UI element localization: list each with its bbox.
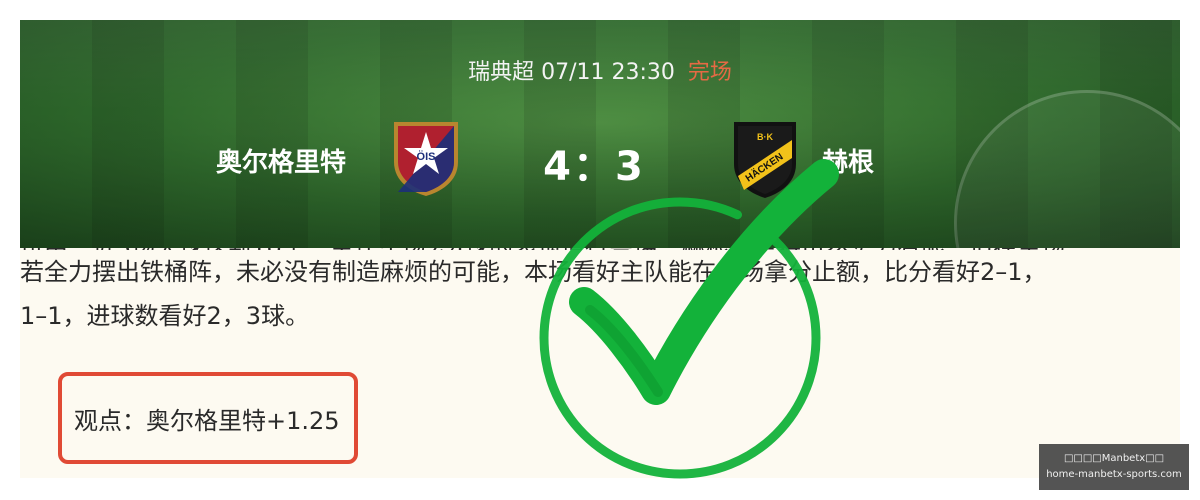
soccer-ball-icon (954, 90, 1180, 248)
match-info: 瑞典超 07/11 23:30 完场 (20, 54, 1180, 86)
home-team-name[interactable]: 奥尔格里特 (216, 142, 346, 179)
away-logo-small-text: B·K (757, 132, 773, 142)
article-text-line: 1–1，进球数看好2，3球。 (20, 302, 310, 330)
match-header-banner: 瑞典超 07/11 23:30 完场 奥尔格里特 ÖIS 4：3 B·K HÄC… (20, 20, 1180, 248)
watermark-url: home-manbetx-sports.com (1046, 469, 1182, 480)
match-status: 完场 (687, 60, 732, 85)
viewpoint-box: 观点：奥尔格里特+1.25 (58, 372, 358, 464)
league-name: 瑞典超 (468, 60, 535, 85)
home-team-logo-icon[interactable]: ÖIS (388, 118, 464, 198)
watermark: □□□□Manbetx□□ home-manbetx-sports.com (1039, 444, 1189, 490)
away-team-logo-icon[interactable]: B·K HÄCKEN (730, 118, 800, 200)
match-datetime: 07/11 23:30 (541, 60, 675, 85)
away-team-name[interactable]: 赫根 (822, 142, 874, 179)
home-logo-text: ÖIS (417, 150, 436, 163)
viewpoint-text: 观点：奥尔格里特+1.25 (74, 406, 340, 435)
watermark-line: □□□□Manbetx□□ (1063, 453, 1165, 464)
article-text-line: 若全力摆出铁桶阵，未必没有制造麻烦的可能，本场看好主队能在主场拿分止额，比分看好… (20, 258, 1047, 286)
match-score: 4：3 (543, 144, 645, 190)
article-body: 可由，近5场大球这到10个，主让车场去4球的表现值得警惕，赫根往主将虽然实力有限… (20, 234, 1180, 338)
